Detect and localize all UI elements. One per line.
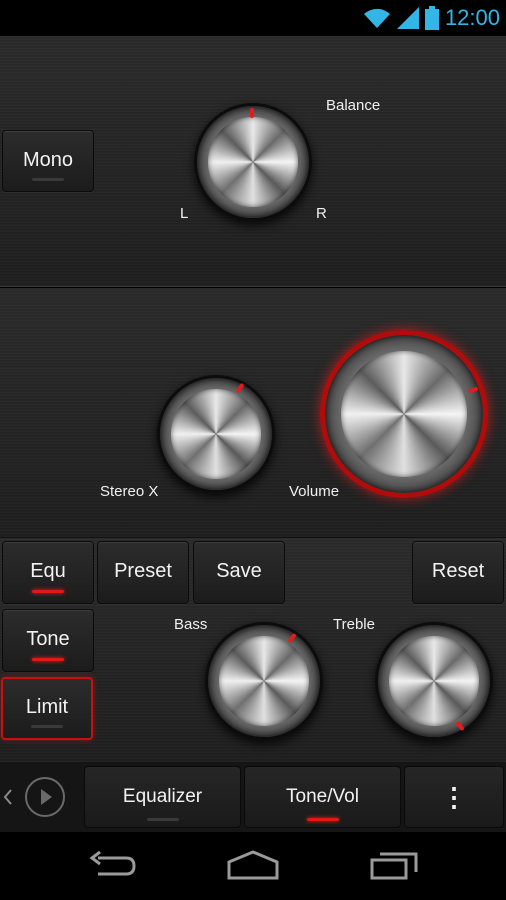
- chevron-left-icon[interactable]: [3, 788, 13, 806]
- tab-equalizer-indicator: [146, 818, 179, 821]
- tab-tone-vol-indicator: [306, 818, 339, 821]
- bass-knob-marker: [287, 632, 297, 644]
- recent-apps-icon[interactable]: [370, 850, 420, 880]
- tab-equalizer[interactable]: Equalizer: [84, 766, 241, 828]
- save-label: Save: [216, 560, 262, 582]
- overflow-menu-button[interactable]: ⋮: [404, 766, 504, 828]
- tone-indicator: [32, 658, 64, 661]
- tone-label: Tone: [26, 628, 70, 650]
- balance-knob-marker: [250, 108, 254, 118]
- stereo-x-knob[interactable]: [157, 375, 275, 493]
- volume-knob[interactable]: [320, 330, 488, 498]
- tab-equalizer-label: Equalizer: [122, 786, 203, 807]
- stereo-x-label: Stereo X: [100, 483, 159, 500]
- wifi-icon: [363, 8, 390, 28]
- reset-button[interactable]: Reset: [412, 541, 504, 604]
- equ-label: Equ: [30, 560, 66, 582]
- preset-button[interactable]: Preset: [97, 541, 189, 604]
- battery-icon: [424, 6, 439, 30]
- stereo-x-knob-marker: [235, 382, 245, 394]
- bass-knob[interactable]: [205, 622, 323, 740]
- reset-label: Reset: [431, 560, 485, 582]
- equ-button[interactable]: Equ: [2, 541, 94, 604]
- status-bar: 12:00: [0, 0, 506, 36]
- volume-label: Volume: [289, 483, 340, 500]
- balance-knob[interactable]: [194, 103, 312, 221]
- balance-right-label: R: [316, 205, 327, 222]
- balance-left-label: L: [180, 205, 189, 222]
- equ-indicator: [32, 590, 64, 593]
- balance-label: Balance: [326, 97, 381, 114]
- mono-button[interactable]: Mono: [2, 130, 94, 192]
- status-clock: 12:00: [444, 5, 500, 30]
- tone-button[interactable]: Tone: [2, 609, 94, 672]
- play-icon[interactable]: [24, 776, 66, 818]
- preset-label: Preset: [114, 560, 172, 582]
- treble-label: Treble: [333, 616, 375, 633]
- treble-knob[interactable]: [375, 622, 493, 740]
- save-button[interactable]: Save: [193, 541, 285, 604]
- treble-knob-marker: [455, 720, 465, 732]
- tab-tone-vol-label: Tone/Vol: [286, 786, 359, 807]
- limit-indicator: [31, 725, 63, 728]
- limit-button[interactable]: Limit: [1, 677, 93, 740]
- mono-indicator: [32, 178, 64, 181]
- bass-label: Bass: [174, 616, 208, 633]
- home-icon[interactable]: [226, 850, 280, 880]
- mono-label: Mono: [22, 148, 74, 171]
- overflow-menu-icon: ⋮: [441, 781, 467, 812]
- signal-icon: [396, 7, 419, 29]
- limit-label: Limit: [25, 696, 69, 718]
- volume-knob-marker: [467, 386, 479, 394]
- tab-tone-vol[interactable]: Tone/Vol: [244, 766, 401, 828]
- navigation-bar: [0, 832, 506, 900]
- back-icon[interactable]: [88, 850, 138, 880]
